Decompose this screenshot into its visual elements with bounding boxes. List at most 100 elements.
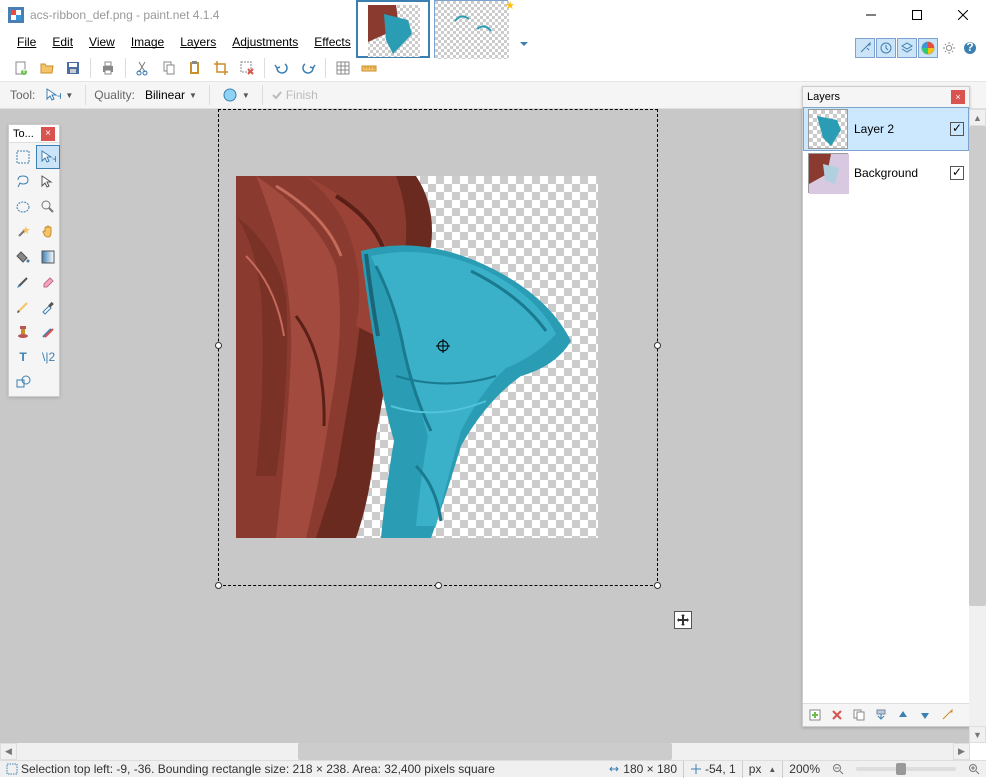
maximize-button[interactable] bbox=[894, 0, 940, 30]
deselect-button[interactable] bbox=[236, 57, 258, 79]
duplicate-layer-button[interactable] bbox=[849, 706, 869, 724]
tools-window-toggle[interactable] bbox=[855, 38, 875, 58]
eraser-tool[interactable] bbox=[36, 270, 60, 294]
close-button[interactable] bbox=[940, 0, 986, 30]
scroll-right-button[interactable]: ▶ bbox=[953, 743, 970, 760]
handle-bottom-right[interactable] bbox=[654, 582, 661, 589]
zoom-tool[interactable] bbox=[36, 195, 60, 219]
save-button[interactable] bbox=[62, 57, 84, 79]
layers-close-button[interactable]: × bbox=[951, 90, 965, 104]
horizontal-scrollbar[interactable]: ◀ ▶ bbox=[0, 743, 970, 760]
vscroll-thumb[interactable] bbox=[969, 126, 986, 606]
print-button[interactable] bbox=[97, 57, 119, 79]
minimize-button[interactable] bbox=[848, 0, 894, 30]
magic-wand-tool[interactable] bbox=[11, 220, 35, 244]
handle-bottom-left[interactable] bbox=[215, 582, 222, 589]
history-window-toggle[interactable] bbox=[876, 38, 896, 58]
document-thumb-2[interactable]: ★ bbox=[434, 0, 508, 58]
scroll-left-button[interactable]: ◀ bbox=[0, 743, 17, 760]
crop-button[interactable] bbox=[210, 57, 232, 79]
handle-mid-left[interactable] bbox=[215, 342, 222, 349]
crosshair-icon bbox=[690, 763, 702, 775]
layer-row-1[interactable]: Background bbox=[803, 151, 969, 195]
delete-layer-button[interactable] bbox=[827, 706, 847, 724]
colors-window-toggle[interactable] bbox=[918, 38, 938, 58]
gradient-tool[interactable] bbox=[36, 245, 60, 269]
move-handle[interactable] bbox=[674, 611, 692, 629]
move-selection-tool[interactable]: + bbox=[36, 145, 60, 169]
layers-toolbar bbox=[803, 703, 969, 726]
layers-panel: Layers × Layer 2 Background bbox=[802, 86, 970, 727]
clone-stamp-tool[interactable] bbox=[11, 320, 35, 344]
menu-edit[interactable]: Edit bbox=[45, 32, 80, 52]
paintbrush-tool[interactable] bbox=[11, 270, 35, 294]
menu-file[interactable]: File bbox=[10, 32, 43, 52]
open-file-button[interactable] bbox=[36, 57, 58, 79]
layer-name-0: Layer 2 bbox=[854, 122, 944, 136]
merge-layer-button[interactable] bbox=[871, 706, 891, 724]
zoom-level[interactable]: 200% bbox=[783, 762, 826, 776]
undo-button[interactable] bbox=[271, 57, 293, 79]
recolor-tool[interactable] bbox=[36, 320, 60, 344]
thumbnail-menu-button[interactable] bbox=[518, 38, 530, 50]
toolbox-close-button[interactable]: × bbox=[41, 127, 55, 141]
add-layer-button[interactable] bbox=[805, 706, 825, 724]
menu-image[interactable]: Image bbox=[124, 32, 171, 52]
pan-tool[interactable] bbox=[36, 220, 60, 244]
status-bar: Selection top left: -9, -36. Bounding re… bbox=[0, 760, 986, 777]
toolbox-panel: To... × + T \|2 bbox=[8, 124, 60, 397]
move-tool[interactable] bbox=[36, 170, 60, 194]
tool-selector[interactable]: + ▼ bbox=[41, 85, 77, 105]
quality-selector[interactable]: Bilinear ▼ bbox=[141, 86, 201, 104]
layer-visibility-0[interactable] bbox=[950, 122, 964, 136]
tool-label: Tool: bbox=[10, 88, 35, 102]
menu-adjustments[interactable]: Adjustments bbox=[225, 32, 305, 52]
layers-window-toggle[interactable] bbox=[897, 38, 917, 58]
layer-properties-button[interactable] bbox=[937, 706, 957, 724]
move-layer-down-button[interactable] bbox=[915, 706, 935, 724]
lasso-tool[interactable] bbox=[11, 170, 35, 194]
pencil-tool[interactable] bbox=[11, 295, 35, 319]
copy-button[interactable] bbox=[158, 57, 180, 79]
svg-text:?: ? bbox=[966, 41, 973, 54]
settings-button[interactable] bbox=[939, 38, 959, 58]
scroll-up-button[interactable]: ▲ bbox=[969, 109, 986, 126]
new-file-button[interactable]: + bbox=[10, 57, 32, 79]
zoom-slider[interactable] bbox=[850, 767, 962, 771]
zoom-in-button[interactable] bbox=[962, 763, 986, 775]
scroll-down-button[interactable]: ▼ bbox=[969, 726, 986, 743]
document-thumb-1[interactable] bbox=[356, 0, 430, 58]
layer-visibility-1[interactable] bbox=[950, 166, 964, 180]
handle-mid-right[interactable] bbox=[654, 342, 661, 349]
sampling-selector[interactable]: ▼ bbox=[218, 85, 254, 105]
pivot-icon[interactable] bbox=[436, 339, 450, 353]
line-tool[interactable]: \|2 bbox=[36, 345, 60, 369]
shapes-tool[interactable] bbox=[11, 370, 35, 394]
help-button[interactable]: ? bbox=[960, 38, 980, 58]
cut-button[interactable] bbox=[132, 57, 154, 79]
svg-text:+: + bbox=[52, 152, 56, 165]
status-selection: Selection top left: -9, -36. Bounding re… bbox=[0, 762, 501, 776]
redo-button[interactable] bbox=[297, 57, 319, 79]
grid-button[interactable] bbox=[332, 57, 354, 79]
layers-panel-title: Layers bbox=[807, 91, 951, 103]
zoom-out-button[interactable] bbox=[826, 763, 850, 775]
rect-select-tool[interactable] bbox=[11, 145, 35, 169]
menu-effects[interactable]: Effects bbox=[307, 32, 357, 52]
fill-tool[interactable] bbox=[11, 245, 35, 269]
paste-button[interactable] bbox=[184, 57, 206, 79]
move-layer-up-button[interactable] bbox=[893, 706, 913, 724]
hscroll-thumb[interactable] bbox=[298, 743, 672, 760]
handle-bottom-mid[interactable] bbox=[435, 582, 442, 589]
canvas[interactable] bbox=[236, 176, 598, 538]
svg-text:T: T bbox=[19, 350, 27, 364]
unit-selector[interactable]: px▲ bbox=[743, 762, 783, 776]
ellipse-select-tool[interactable] bbox=[11, 195, 35, 219]
vertical-scrollbar[interactable]: ▲ ▼ bbox=[969, 109, 986, 743]
color-picker-tool[interactable] bbox=[36, 295, 60, 319]
empty-tool-slot bbox=[36, 370, 60, 394]
menu-view[interactable]: View bbox=[82, 32, 122, 52]
layer-row-0[interactable]: Layer 2 bbox=[803, 107, 969, 151]
menu-layers[interactable]: Layers bbox=[173, 32, 223, 52]
text-tool[interactable]: T bbox=[11, 345, 35, 369]
